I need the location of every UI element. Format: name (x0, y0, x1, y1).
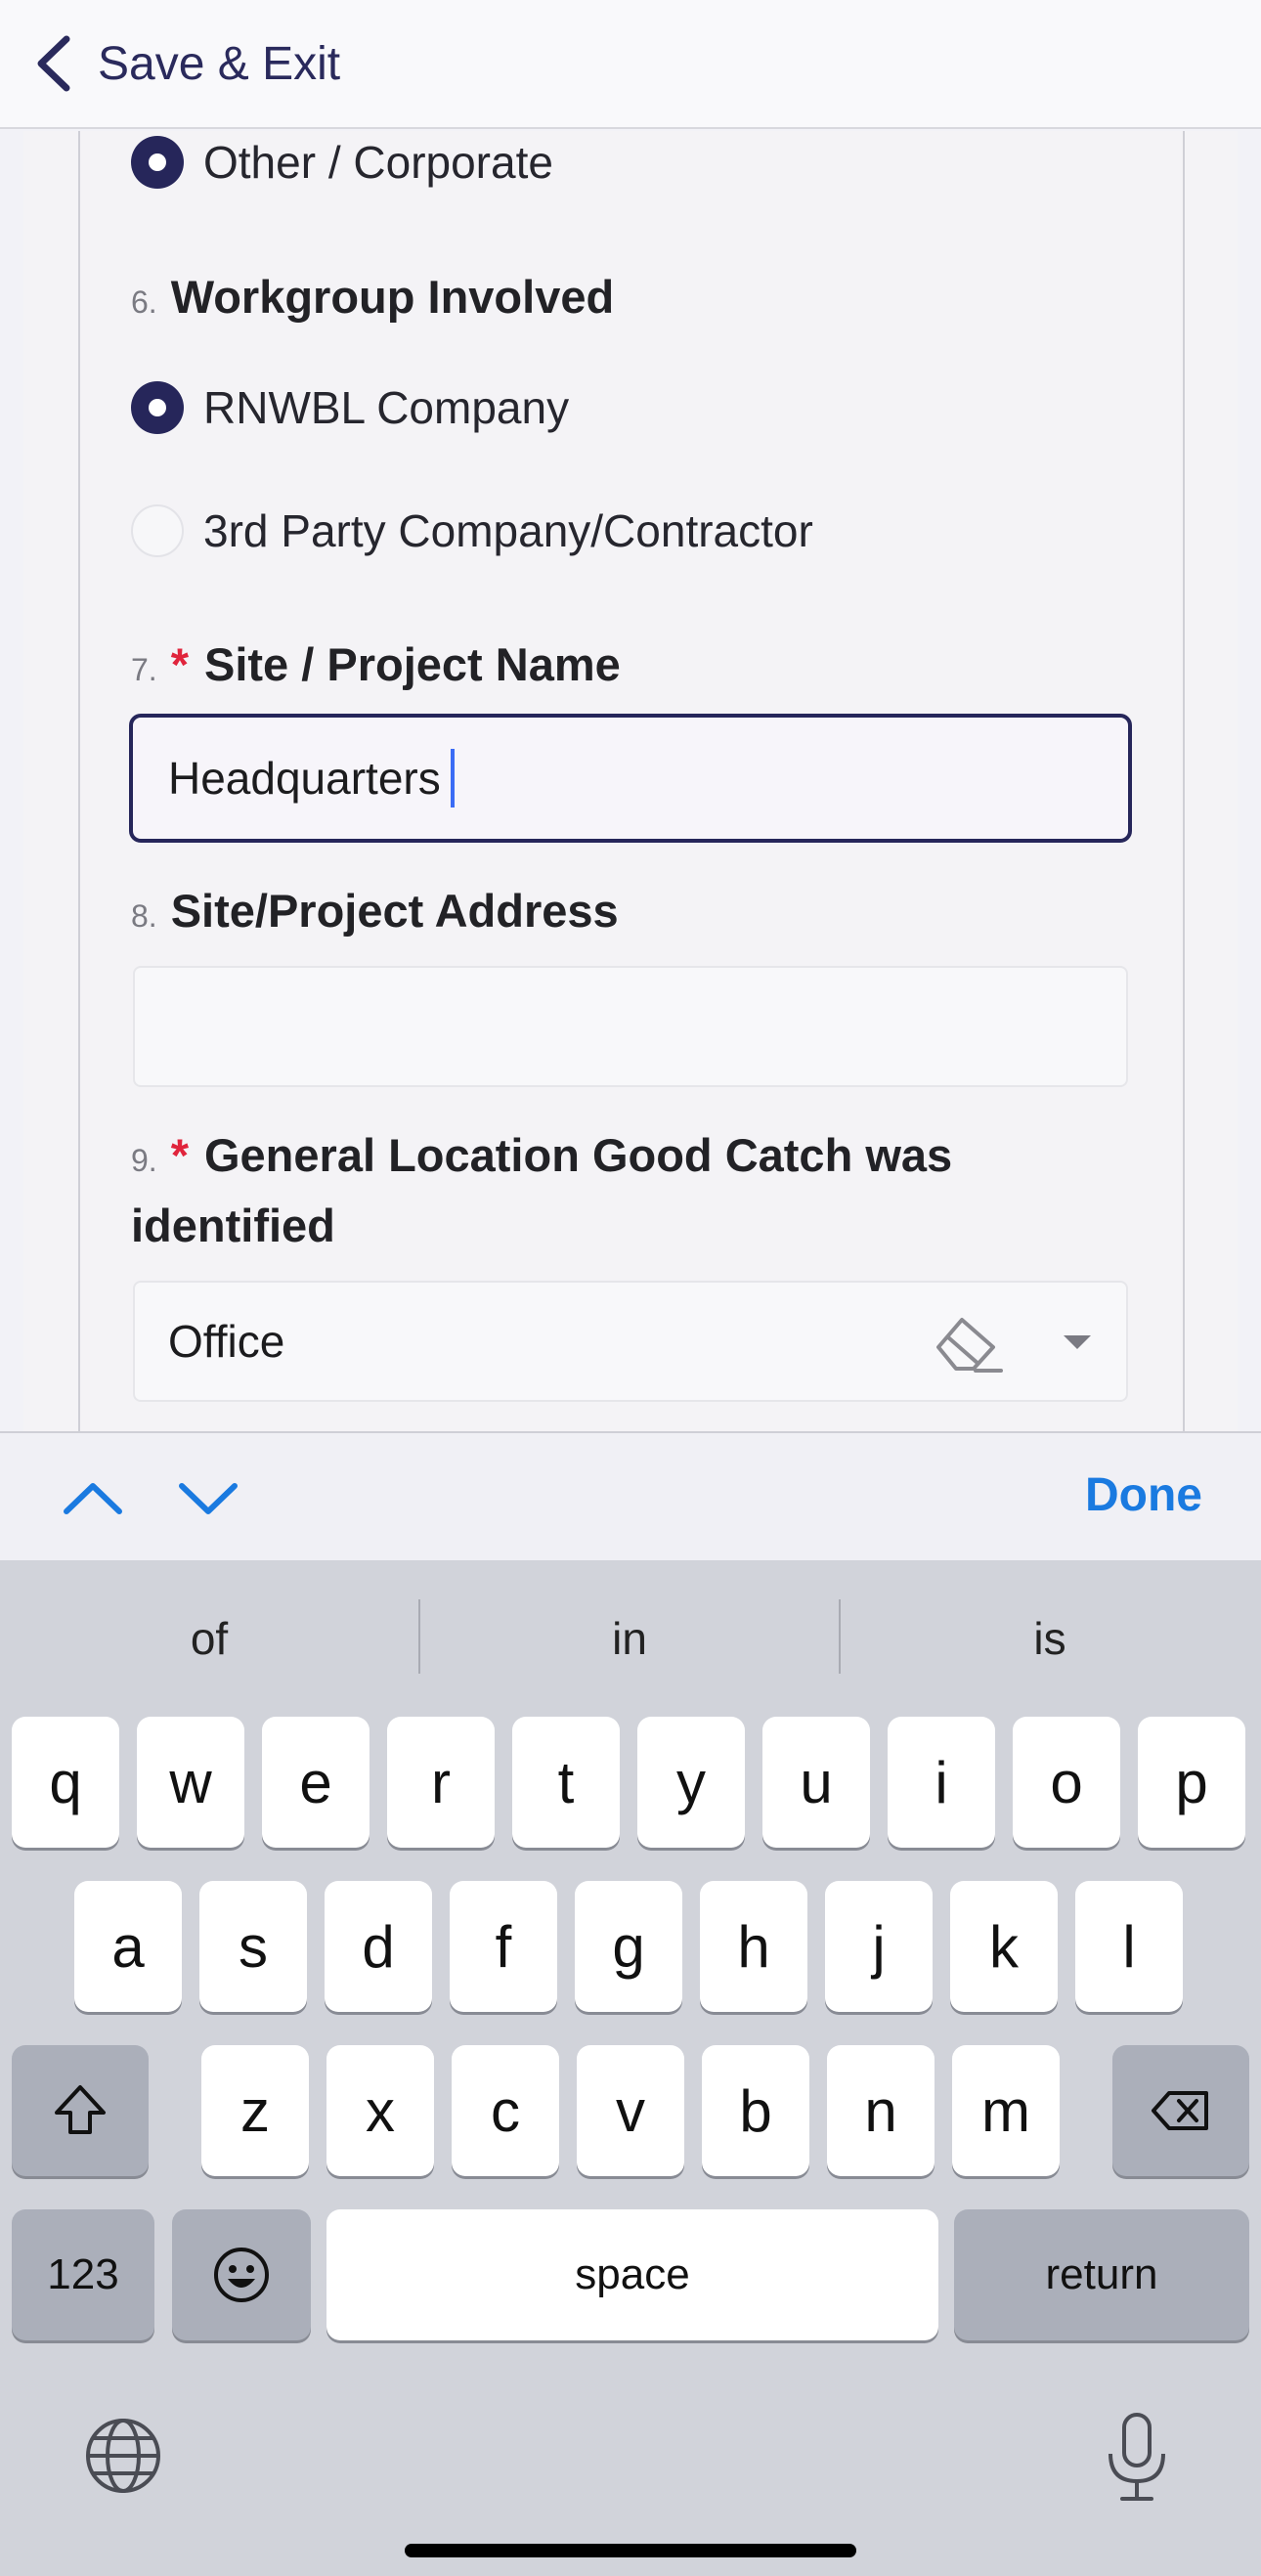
key-t[interactable]: t (512, 1717, 620, 1848)
key-l[interactable]: l (1075, 1881, 1183, 2012)
shift-key[interactable] (12, 2045, 149, 2176)
key-g[interactable]: g (575, 1881, 682, 2012)
emoji-key[interactable] (172, 2209, 311, 2340)
home-indicator (405, 2544, 856, 2557)
key-j[interactable]: j (825, 1881, 933, 2012)
select-value: Office (168, 1316, 285, 1367)
key-p[interactable]: p (1138, 1717, 1245, 1848)
numbers-key[interactable]: 123 (12, 2209, 154, 2340)
text-caret (450, 749, 455, 808)
key-f[interactable]: f (450, 1881, 557, 2012)
key-v[interactable]: v (577, 2045, 684, 2176)
radio-label: 3rd Party Company/Contractor (203, 505, 813, 556)
question-text: identified (131, 1200, 335, 1251)
question-text: General Location Good Catch was (203, 1129, 953, 1181)
chevron-down-icon[interactable] (174, 1468, 242, 1527)
site-project-address-input[interactable] (133, 966, 1128, 1087)
keyboard: of in is 123 space return qwertyuiop asdf… (0, 1560, 1261, 2576)
question-number: 9. (131, 1143, 157, 1178)
general-location-select[interactable]: Office (133, 1281, 1128, 1402)
question-text: Workgroup Involved (170, 271, 615, 323)
done-button[interactable]: Done (1085, 1468, 1202, 1522)
question-text: Site / Project Name (203, 638, 621, 690)
suggestion-1[interactable]: of (0, 1599, 418, 1678)
globe-icon[interactable] (82, 2415, 164, 2497)
question-number: 6. (131, 284, 157, 320)
input-value: Headquarters (168, 753, 441, 804)
key-u[interactable]: u (762, 1717, 870, 1848)
key-i[interactable]: i (888, 1717, 995, 1848)
question-number: 7. (131, 652, 157, 687)
key-k[interactable]: k (950, 1881, 1058, 2012)
key-e[interactable]: e (262, 1717, 370, 1848)
suggestion-2[interactable]: in (420, 1599, 839, 1678)
key-a[interactable]: a (74, 1881, 182, 2012)
key-o[interactable]: o (1013, 1717, 1120, 1848)
key-d[interactable]: d (325, 1881, 432, 2012)
save-exit-button[interactable]: Save & Exit (31, 33, 340, 94)
radio-unselected-indicator (131, 504, 184, 557)
suggestion-3[interactable]: is (841, 1599, 1259, 1678)
delete-key[interactable] (1112, 2045, 1249, 2176)
question-number: 8. (131, 898, 157, 934)
key-m[interactable]: m (952, 2045, 1060, 2176)
delete-icon (1152, 2091, 1208, 2130)
form-scroll-area[interactable]: Other / Corporate 6. Workgroup Involved … (0, 131, 1261, 1431)
radio-3rd-party[interactable]: 3rd Party Company/Contractor (131, 504, 813, 557)
key-r[interactable]: r (387, 1717, 495, 1848)
key-h[interactable]: h (700, 1881, 807, 2012)
question-6-label: 6. Workgroup Involved (131, 270, 614, 324)
key-s[interactable]: s (199, 1881, 307, 2012)
radio-label: RNWBL Company (203, 382, 570, 433)
chevron-left-icon (37, 35, 70, 92)
return-key[interactable]: return (954, 2209, 1249, 2340)
radio-rnwbl-company[interactable]: RNWBL Company (131, 381, 569, 434)
question-9-label-line2: identified (131, 1199, 335, 1252)
site-project-name-input[interactable]: Headquarters (129, 714, 1132, 843)
key-c[interactable]: c (452, 2045, 559, 2176)
key-b[interactable]: b (702, 2045, 809, 2176)
top-bar: Save & Exit (0, 0, 1261, 129)
keyboard-accessory-bar: Done (0, 1431, 1261, 1560)
radio-other-corporate[interactable]: Other / Corporate (131, 136, 553, 189)
radio-selected-indicator (131, 381, 184, 434)
required-mark: * (170, 638, 189, 690)
question-7-label: 7. * Site / Project Name (131, 637, 621, 691)
key-z[interactable]: z (201, 2045, 309, 2176)
question-text: Site/Project Address (170, 885, 619, 937)
save-exit-label: Save & Exit (98, 37, 341, 90)
key-y[interactable]: y (637, 1717, 745, 1848)
chevron-up-icon[interactable] (59, 1468, 127, 1527)
emoji-icon (214, 2248, 269, 2302)
key-x[interactable]: x (326, 2045, 434, 2176)
radio-selected-indicator (131, 136, 184, 189)
key-q[interactable]: q (12, 1717, 119, 1848)
radio-label: Other / Corporate (203, 137, 553, 188)
question-9-label: 9. * General Location Good Catch was (131, 1128, 952, 1182)
key-w[interactable]: w (137, 1717, 244, 1848)
space-key[interactable]: space (326, 2209, 938, 2340)
eraser-icon[interactable] (933, 1312, 1005, 1375)
required-mark: * (170, 1129, 189, 1181)
shift-icon (55, 2085, 106, 2134)
key-n[interactable]: n (827, 2045, 935, 2176)
dropdown-caret-icon[interactable] (1064, 1335, 1091, 1349)
question-8-label: 8. Site/Project Address (131, 884, 619, 938)
microphone-icon[interactable] (1103, 2411, 1171, 2505)
